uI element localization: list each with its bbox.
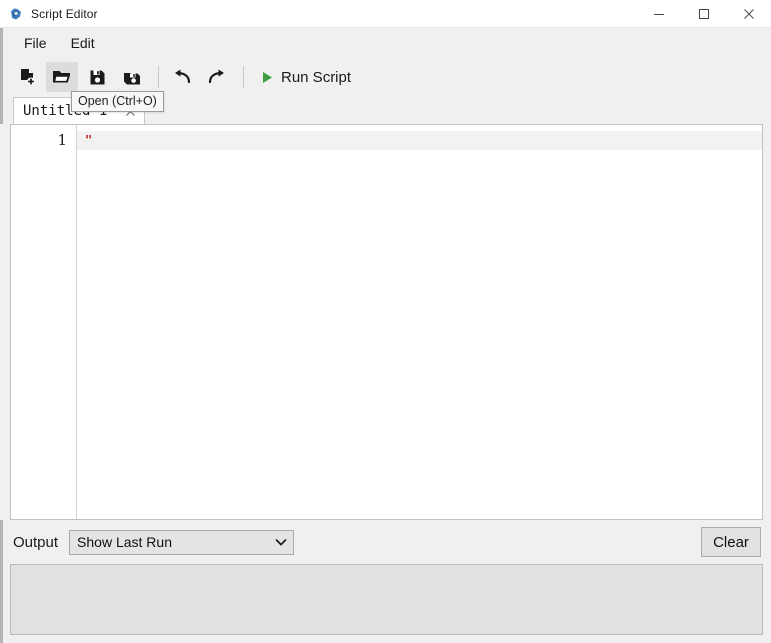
menu-file[interactable]: File [13,32,58,54]
output-toolbar: Output Show Last Run Clear [10,520,763,564]
output-panel: Output Show Last Run Clear [0,520,771,643]
clear-output-button[interactable]: Clear [701,527,761,557]
chevron-down-icon[interactable] [269,531,293,554]
run-script-label: Run Script [281,68,352,86]
toolbar: Run Script Open (Ctrl+O) [0,58,771,112]
line-number: 1 [57,131,67,149]
minimize-icon [653,13,664,15]
menu-bar: File Edit [0,28,771,58]
run-script-button[interactable]: Run Script [255,62,357,92]
save-as-floppy-icon [124,72,140,84]
save-button[interactable] [81,62,113,92]
undo-arrow-icon [175,69,191,84]
maximize-button[interactable] [681,0,726,28]
menu-edit[interactable]: Edit [60,32,106,54]
code-editor[interactable]: 1 " [10,124,763,520]
script-editor-window: Script Editor File Edit Run Script Open … [0,0,771,643]
close-icon [743,8,754,19]
minimize-button[interactable] [636,0,681,28]
window-controls [636,0,771,28]
output-text-area[interactable] [10,564,763,635]
undo-button[interactable] [166,62,198,92]
redo-arrow-icon [208,69,224,84]
window-title: Script Editor [31,6,98,21]
new-file-icon [21,69,35,86]
output-label: Output [13,533,59,551]
close-button[interactable] [726,0,771,28]
play-triangle-icon [263,71,272,83]
redo-button[interactable] [201,62,233,92]
title-bar: Script Editor [0,0,771,28]
toolbar-separator-1 [158,66,159,88]
save-as-button[interactable] [116,62,148,92]
app-logo-icon [11,8,21,19]
open-file-button[interactable] [46,62,78,92]
toolbar-separator-2 [243,66,244,88]
chevron-down-glyph [275,538,287,545]
output-mode-value: Show Last Run [77,534,172,550]
line-number-gutter: 1 [11,125,77,519]
code-text-area[interactable]: " [77,125,762,519]
save-floppy-icon [90,70,104,84]
maximize-icon [698,8,709,19]
code-line-1: " [77,131,762,150]
open-folder-icon [53,71,70,83]
tooltip-open-shortcut: Open (Ctrl+O) [71,91,164,112]
new-file-button[interactable] [11,62,43,92]
output-mode-select[interactable]: Show Last Run [69,529,295,555]
code-token-string: " [85,133,93,147]
